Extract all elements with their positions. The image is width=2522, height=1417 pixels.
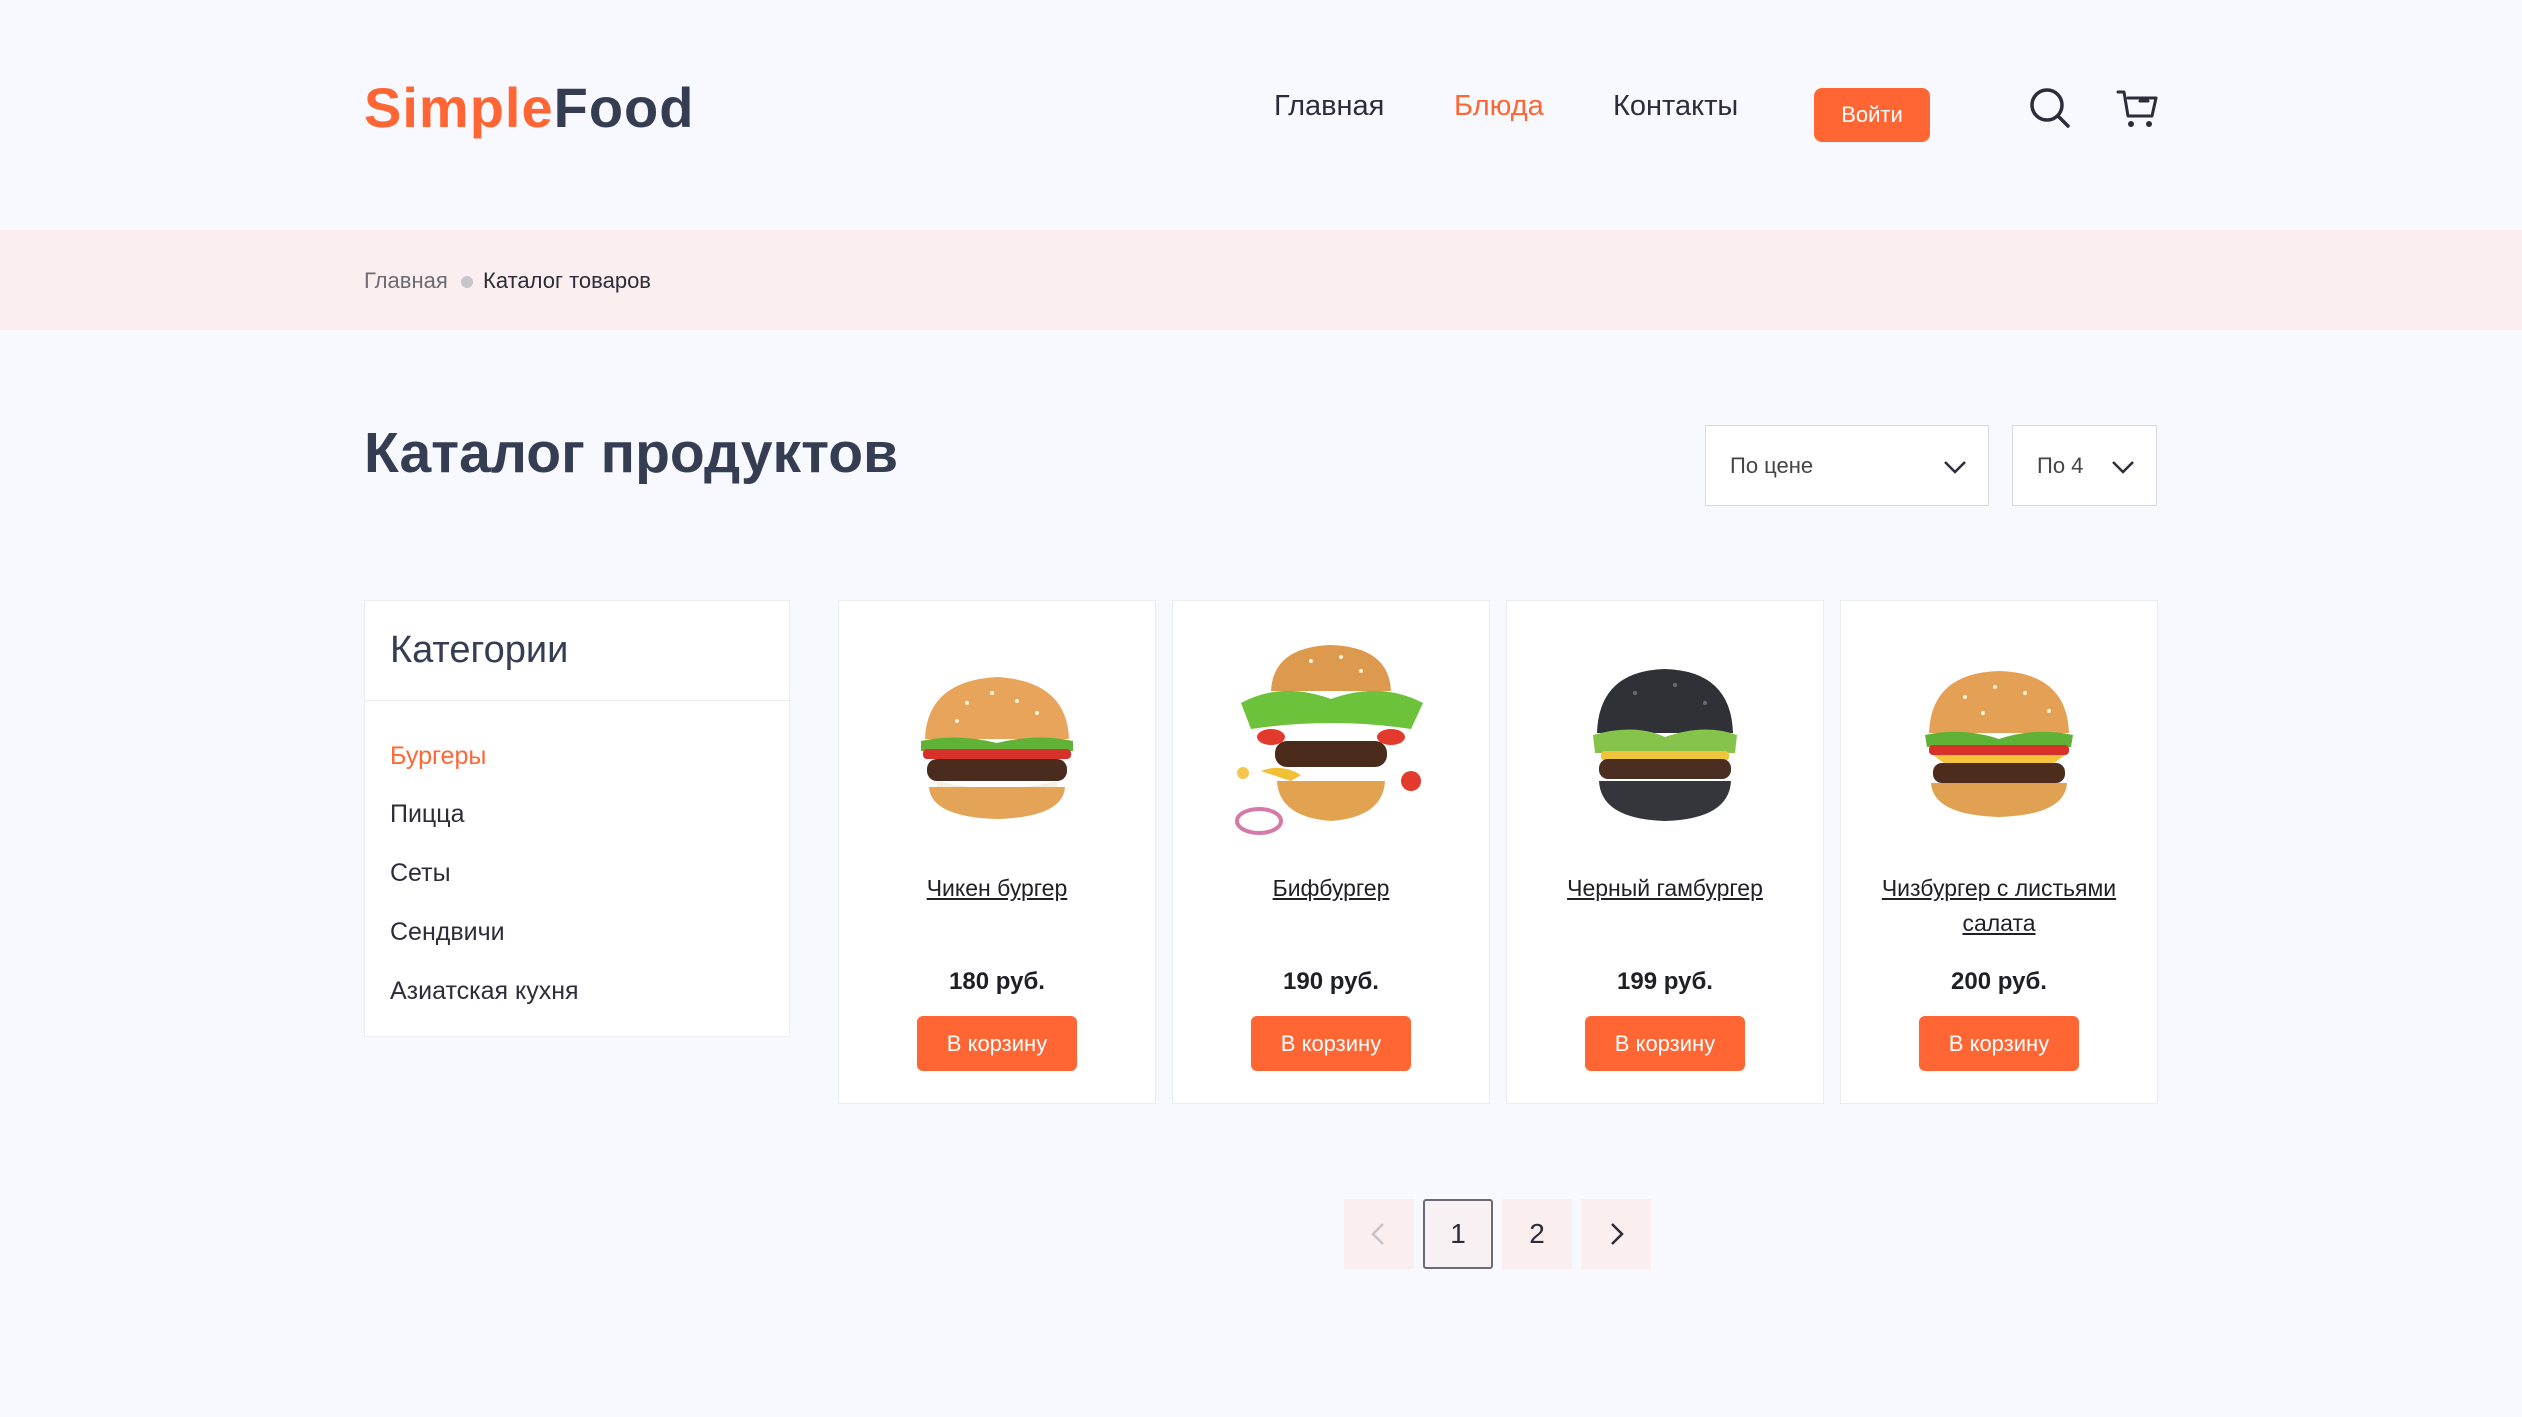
product-name[interactable]: Чизбургер с листьями салата	[1861, 871, 2137, 941]
product-name[interactable]: Бифбургер	[1193, 871, 1469, 906]
per-page-select-value: По 4	[2037, 452, 2084, 478]
login-button[interactable]: Войти	[1814, 88, 1930, 142]
chevron-down-icon	[2112, 461, 2134, 474]
add-to-cart-button[interactable]: В корзину	[917, 1016, 1077, 1071]
product-price: 180 руб.	[949, 968, 1045, 995]
add-to-cart-button[interactable]: В корзину	[1585, 1016, 1745, 1071]
product-image[interactable]	[839, 641, 1155, 841]
breadcrumb-separator	[461, 276, 473, 288]
nav-home[interactable]: Главная	[1274, 90, 1384, 123]
product-card: Бифбургер 190 руб. В корзину	[1172, 600, 1490, 1104]
chevron-left-icon	[1371, 1223, 1384, 1245]
nav-contacts[interactable]: Контакты	[1613, 90, 1738, 123]
product-image[interactable]	[1841, 641, 2157, 841]
categories-panel: Категории Бургеры Пицца Сеты Сендвичи Аз…	[364, 600, 790, 1037]
pagination-prev-button[interactable]	[1344, 1199, 1414, 1269]
breadcrumb-home[interactable]: Главная	[364, 268, 448, 294]
logo[interactable]: SimpleFood	[364, 75, 694, 140]
category-item-pizza[interactable]: Пицца	[390, 800, 464, 829]
product-card: Чикен бургер 180 руб. В корзину	[838, 600, 1156, 1104]
product-price: 190 руб.	[1283, 968, 1379, 995]
add-to-cart-button[interactable]: В корзину	[1919, 1016, 2079, 1071]
pagination-next-button[interactable]	[1581, 1199, 1651, 1269]
breadcrumb-current: Каталог товаров	[483, 268, 651, 293]
divider	[365, 700, 789, 701]
page-title: Каталог продуктов	[364, 421, 899, 485]
category-item-sets[interactable]: Сеты	[390, 859, 451, 888]
sort-select[interactable]: По цене	[1705, 425, 1989, 506]
per-page-select[interactable]: По 4	[2012, 425, 2157, 506]
product-card: Черный гамбургер 199 руб. В корзину	[1506, 600, 1824, 1104]
chevron-down-icon	[1944, 461, 1966, 474]
product-name[interactable]: Черный гамбургер	[1527, 871, 1803, 906]
logo-part-food: Food	[553, 76, 695, 139]
logo-part-simple: Simple	[364, 76, 554, 139]
sort-select-value: По цене	[1730, 452, 1814, 478]
product-price: 200 руб.	[1951, 968, 2047, 995]
pagination-page-2[interactable]: 2	[1502, 1199, 1572, 1269]
nav-dishes[interactable]: Блюда	[1454, 90, 1544, 123]
pagination-page-1[interactable]: 1	[1423, 1199, 1493, 1269]
category-item-sandwiches[interactable]: Сендвичи	[390, 918, 505, 947]
product-price: 199 руб.	[1617, 968, 1713, 995]
category-item-burgers[interactable]: Бургеры	[390, 742, 486, 771]
categories-title: Категории	[390, 629, 569, 671]
search-icon[interactable]	[2026, 84, 2074, 132]
site-header: SimpleFood Главная Блюда Контакты Войти	[0, 0, 2522, 230]
product-card: Чизбургер с листьями салата 200 руб. В к…	[1840, 600, 2158, 1104]
add-to-cart-button[interactable]: В корзину	[1251, 1016, 1411, 1071]
product-image[interactable]	[1507, 641, 1823, 841]
product-name[interactable]: Чикен бургер	[859, 871, 1135, 906]
chevron-right-icon	[1611, 1223, 1624, 1245]
cart-icon[interactable]	[2114, 84, 2162, 132]
product-image[interactable]	[1173, 641, 1489, 841]
category-item-asian[interactable]: Азиатская кухня	[390, 977, 579, 1006]
